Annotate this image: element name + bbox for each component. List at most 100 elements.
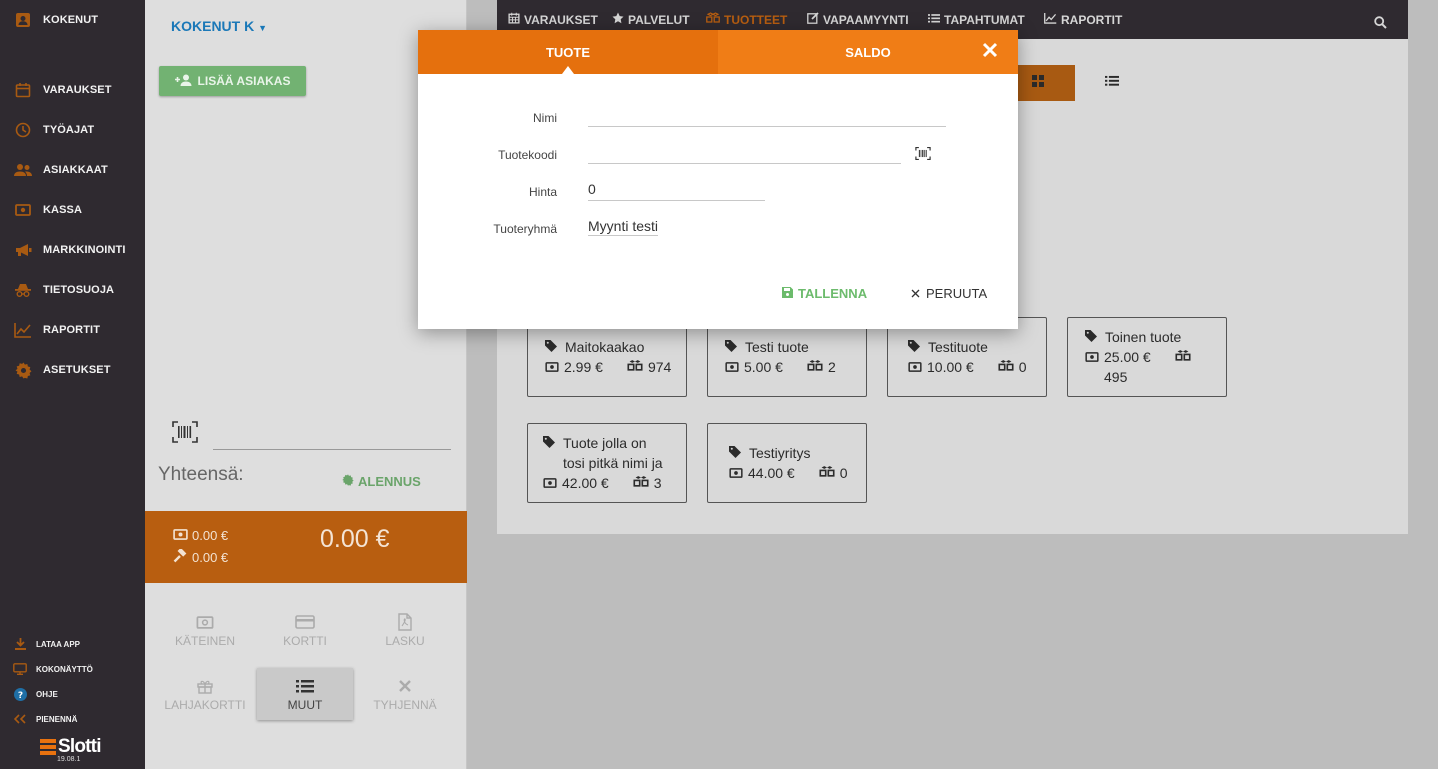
download-icon xyxy=(13,637,27,651)
monitor-icon xyxy=(13,662,27,676)
spy-icon xyxy=(13,280,33,300)
save-icon xyxy=(782,286,793,301)
tab-label: PALVELUT xyxy=(628,12,690,27)
tab-label: VAPAAMYYNTI xyxy=(823,12,909,27)
barcode-icon xyxy=(172,421,198,448)
product-code-input[interactable] xyxy=(588,140,901,164)
product-group-select[interactable]: Myynti testi xyxy=(588,218,659,236)
main-sidebar: KOKENUT VARAUKSET TYÖAJAT ASIAKKAAT KASS… xyxy=(0,0,145,769)
close-icon xyxy=(911,286,920,301)
giftcard-payment-button[interactable]: LAHJAKORTTI xyxy=(157,668,253,720)
product-price: 5.00 € xyxy=(744,359,783,375)
clock-icon xyxy=(13,120,33,140)
tab-saldo[interactable]: SALDO xyxy=(718,30,1018,74)
add-customer-button[interactable]: LISÄÄ ASIAKAS xyxy=(159,66,306,96)
collapse-icon xyxy=(13,712,27,726)
name-input[interactable] xyxy=(588,103,946,127)
svg-text:?: ? xyxy=(17,691,22,701)
cash-icon xyxy=(725,357,739,377)
sidebar-item-tietosuoja[interactable]: TIETOSUOJA xyxy=(0,270,145,310)
tab-label: RAPORTIT xyxy=(1061,12,1123,27)
sidebar-item-pienenna[interactable]: PIENENNÄ xyxy=(0,708,145,730)
card-payment-button[interactable]: KORTTI xyxy=(257,604,353,656)
price-label: Hinta xyxy=(528,185,557,199)
product-stock: 0 xyxy=(839,465,848,481)
list-view-button[interactable] xyxy=(1075,65,1149,101)
sidebar-small-label: KOKONÄYTTÖ xyxy=(36,664,93,674)
product-name: Maitokaakao xyxy=(565,339,645,355)
sidebar-item-kassa[interactable]: KASSA xyxy=(0,190,145,230)
tab-raportit[interactable]: RAPORTIT xyxy=(1044,0,1122,39)
product-price: 42.00 € xyxy=(562,475,609,491)
calendar-icon xyxy=(508,12,520,27)
pay-button-label: LASKU xyxy=(385,634,425,648)
product-stock: 0 xyxy=(1018,359,1027,375)
cubes-icon xyxy=(1175,347,1191,367)
close-button[interactable] xyxy=(978,40,1002,64)
tab-label: TUOTTEET xyxy=(724,12,788,27)
subtotal-cash-row: 0.00 € xyxy=(173,528,228,543)
grid-icon xyxy=(1032,74,1044,92)
tag-icon xyxy=(729,443,741,463)
pay-button-label: LAHJAKORTTI xyxy=(164,698,246,712)
save-label: TALLENNA xyxy=(798,286,868,301)
help-icon: ? xyxy=(13,687,27,701)
barcode-scan-icon[interactable] xyxy=(915,147,931,165)
sidebar-item-varaukset[interactable]: VARAUKSET xyxy=(0,70,145,110)
invoice-payment-button[interactable]: LASKU xyxy=(357,604,453,656)
cash-icon xyxy=(196,612,214,632)
product-card[interactable]: Tuote jolla on tosi pitkä nimi ja 42.00 … xyxy=(527,423,687,503)
cancel-label: PERUUTA xyxy=(926,286,988,301)
product-card[interactable]: Maitokaakao 2.99 € 974 xyxy=(527,317,687,397)
search-icon[interactable] xyxy=(1374,16,1387,34)
list-icon xyxy=(928,13,940,27)
chart-line-icon xyxy=(1044,12,1057,27)
total-box: 0.00 € 0.00 € 0.00 € xyxy=(145,511,467,583)
other-payment-button[interactable]: MUUT xyxy=(257,668,353,720)
cash-payment-button[interactable]: KÄTEINEN xyxy=(157,604,253,656)
sidebar-small-label: LATAA APP xyxy=(36,639,80,649)
total-amount: 0.00 € xyxy=(320,525,390,553)
subtotal-tip: 0.00 € xyxy=(192,550,229,565)
tab-label: TAPAHTUMAT xyxy=(944,12,1025,27)
logo-text: Slotti xyxy=(58,736,101,757)
sidebar-item-label: TIETOSUOJA xyxy=(43,284,115,296)
discount-button[interactable]: ALENNUS xyxy=(342,474,421,489)
price-input[interactable] xyxy=(588,177,765,201)
product-card[interactable]: Testi tuote 5.00 € 2 xyxy=(707,317,867,397)
product-card[interactable]: Testituote 10.00 € 0 xyxy=(887,317,1047,397)
customer-select[interactable]: KOKENUT K ▼ xyxy=(171,18,267,34)
sidebar-item-kokonaytto[interactable]: KOKONÄYTTÖ xyxy=(0,658,145,680)
customer-name: KOKENUT K xyxy=(171,18,255,34)
tab-tuote[interactable]: TUOTE xyxy=(418,30,718,74)
clear-button[interactable]: TYHJENNÄ xyxy=(357,668,453,720)
sidebar-item-markkinointi[interactable]: MARKKINOINTI xyxy=(0,230,145,270)
product-card[interactable]: Testiyritys 44.00 € 0 xyxy=(707,423,867,503)
gavel-icon xyxy=(173,547,188,566)
sidebar-item-raportit[interactable]: RAPORTIT xyxy=(0,310,145,350)
cash-icon xyxy=(13,200,33,220)
sidebar-item-asiakkaat[interactable]: ASIAKKAAT xyxy=(0,150,145,190)
sidebar-item-ohje[interactable]: ? OHJE xyxy=(0,683,145,705)
cubes-icon xyxy=(819,463,835,483)
sidebar-item-asetukset[interactable]: ASETUKSET xyxy=(0,350,145,390)
product-name: Testiyritys xyxy=(749,445,811,461)
barcode-input[interactable] xyxy=(213,449,451,450)
sidebar-item-user[interactable]: KOKENUT xyxy=(0,0,145,40)
subtotal-tip-row: 0.00 € xyxy=(173,547,229,566)
sidebar-item-label: KASSA xyxy=(43,204,83,216)
save-button[interactable]: TALLENNA xyxy=(782,286,867,301)
product-card[interactable]: Toinen tuote 25.00 € 495 xyxy=(1067,317,1227,397)
subtotal-cash: 0.00 € xyxy=(192,528,229,543)
product-stock: 495 xyxy=(1104,369,1128,385)
product-name-line2: tosi pitkä nimi ja xyxy=(563,455,663,471)
sidebar-item-tyoajat[interactable]: TYÖAJAT xyxy=(0,110,145,150)
product-stock: 974 xyxy=(647,359,672,375)
product-price: 2.99 € xyxy=(564,359,603,375)
cubes-icon xyxy=(807,357,823,377)
sidebar-item-lataa-app[interactable]: LATAA APP xyxy=(0,633,145,655)
cash-icon xyxy=(545,357,559,377)
list-icon xyxy=(296,676,314,696)
cancel-button[interactable]: PERUUTA xyxy=(911,286,987,301)
code-label: Tuotekoodi xyxy=(498,148,557,162)
